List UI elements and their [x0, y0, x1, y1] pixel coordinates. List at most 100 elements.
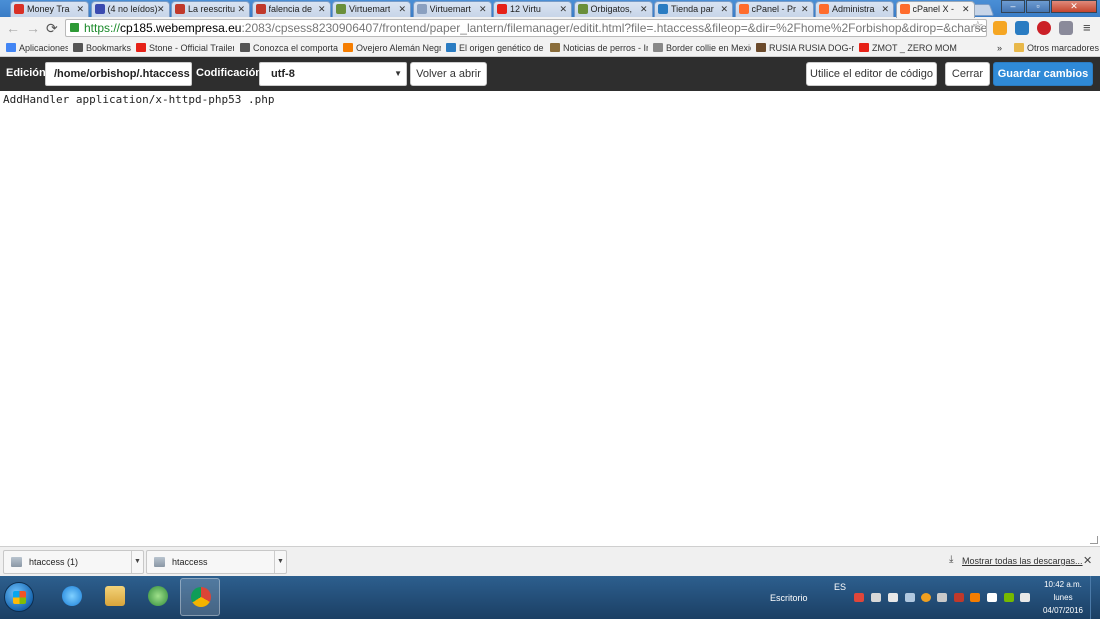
browser-tab[interactable]: Money Tra ✕: [10, 1, 89, 17]
address-bar[interactable]: https://cp185.webempresa.eu:2083/cpsess8…: [65, 19, 987, 37]
youtube-icon: [859, 43, 869, 52]
pinterest-icon[interactable]: [1037, 21, 1051, 35]
close-tab-icon[interactable]: ✕: [398, 2, 406, 16]
internet-explorer-icon[interactable]: [52, 578, 92, 616]
browser-tab[interactable]: falencia de ✕: [251, 1, 331, 17]
close-tab-icon[interactable]: ✕: [801, 2, 809, 16]
bookmark-item[interactable]: Noticias de perros - In: [550, 42, 648, 54]
tray-icon[interactable]: [854, 593, 864, 602]
nvidia-icon[interactable]: [1004, 593, 1014, 602]
browser-tab[interactable]: La reescritu ✕: [171, 1, 250, 17]
browser-tab[interactable]: 12 Virtu ✕: [493, 1, 572, 17]
encoding-select[interactable]: utf-8 ▼: [259, 62, 407, 86]
minimize-button[interactable]: –: [1001, 0, 1025, 13]
close-tab-icon[interactable]: ✕: [157, 2, 165, 16]
tray-icon[interactable]: [987, 593, 997, 602]
tab-label: Money Tra: [27, 4, 70, 14]
browser-tab[interactable]: Orbigatos, ✕: [573, 1, 653, 17]
url-path: :2083/cpsess8230906407/frontend/paper_la…: [241, 21, 987, 35]
antivirus-icon[interactable]: [954, 593, 964, 602]
chevron-down-icon[interactable]: ▼: [131, 551, 143, 573]
developer-extension-icon[interactable]: [1059, 21, 1073, 35]
tab-label: La reescritu: [188, 4, 236, 14]
bookmarks-bar: Aplicaciones Bookmarks Stone - Official Tr…: [0, 39, 1100, 57]
close-tab-icon[interactable]: ✕: [559, 2, 567, 16]
close-tab-icon[interactable]: ✕: [720, 2, 728, 16]
bookmark-item[interactable]: RUSIA RUSIA DOG-ra: [756, 42, 854, 54]
bookmark-label: Ovejero Alemán Negr: [356, 43, 441, 53]
other-bookmarks[interactable]: Otros marcadores: [1014, 42, 1099, 54]
chrome-icon[interactable]: [180, 578, 220, 616]
system-clock[interactable]: 10:42 a.m. lunes 04/07/2016: [1040, 578, 1086, 617]
show-desktop-button[interactable]: [1090, 576, 1100, 619]
bookmarks-overflow[interactable]: »: [997, 42, 1002, 54]
resize-handle[interactable]: [1090, 536, 1098, 544]
bookmark-item[interactable]: Bookmarks: [73, 42, 131, 54]
power-icon[interactable]: [1020, 593, 1030, 602]
close-tab-icon[interactable]: ✕: [881, 2, 889, 16]
bookmark-item[interactable]: El origen genético de: [446, 42, 544, 54]
forward-arrow-icon[interactable]: →: [26, 20, 40, 36]
extension-icon[interactable]: [1015, 21, 1029, 35]
close-tab-icon[interactable]: ✕: [237, 2, 245, 16]
bookmark-item[interactable]: Ovejero Alemán Negr: [343, 42, 441, 54]
close-button[interactable]: Cerrar: [945, 62, 990, 86]
language-indicator[interactable]: ES: [834, 582, 846, 592]
tab-label: Administra: [832, 4, 875, 14]
browser-tab[interactable]: (4 no leídos) ✕: [90, 1, 170, 17]
reload-icon[interactable]: ⟳: [46, 20, 58, 36]
desktop-toolbar-label[interactable]: Escritorio: [770, 593, 808, 603]
download-item[interactable]: htaccess ▼: [146, 550, 287, 574]
code-editor-button[interactable]: Utilice el editor de código: [806, 62, 937, 86]
file-path-field: /home/orbishop/.htaccess: [45, 62, 192, 86]
reopen-button[interactable]: Volver a abrir: [410, 62, 487, 86]
browser-tab[interactable]: Virtuemart ✕: [412, 1, 492, 17]
chrome-tray-icon[interactable]: [921, 593, 931, 602]
browser-tab[interactable]: Virtuemart ✕: [332, 1, 411, 17]
flag-icon[interactable]: [888, 593, 898, 602]
url-protocol: https://: [84, 21, 121, 35]
close-tab-icon[interactable]: ✕: [640, 2, 648, 16]
back-arrow-icon[interactable]: ←: [6, 20, 20, 36]
file-explorer-icon[interactable]: [95, 578, 135, 616]
close-shelf-icon[interactable]: ✕: [1083, 554, 1092, 567]
bookmark-item[interactable]: ZMOT _ ZERO MOME: [859, 42, 957, 54]
extension-icon[interactable]: [993, 21, 1007, 35]
tab-label: cPanel X -: [912, 4, 955, 14]
bookmark-item[interactable]: Border collie en Mexic: [653, 42, 751, 54]
bookmark-item[interactable]: Stone - Official Trailer: [136, 42, 234, 54]
chevron-down-icon[interactable]: ▼: [274, 551, 286, 573]
close-tab-icon[interactable]: ✕: [962, 2, 970, 16]
tray-icon[interactable]: [970, 593, 980, 602]
show-all-downloads-link[interactable]: Mostrar todas las descargas...: [962, 556, 1083, 566]
maximize-button[interactable]: ▫: [1026, 0, 1050, 13]
bookmark-star-icon[interactable]: ☆: [972, 18, 984, 34]
volume-icon[interactable]: [871, 593, 881, 602]
close-tab-icon[interactable]: ✕: [479, 2, 487, 16]
download-name: htaccess (1): [29, 557, 79, 567]
start-button[interactable]: [4, 582, 34, 612]
clock-time: 10:42 a.m.: [1044, 580, 1082, 589]
folder-icon: [1014, 43, 1024, 52]
bookmark-item[interactable]: Aplicaciones: [6, 42, 68, 54]
network-app-icon[interactable]: [138, 578, 178, 616]
download-item[interactable]: htaccess (1) ▼: [3, 550, 144, 574]
close-window-button[interactable]: ✕: [1051, 0, 1097, 13]
network-icon[interactable]: [905, 593, 915, 602]
tray-icon[interactable]: [937, 593, 947, 602]
dog-icon: [240, 43, 250, 52]
browser-tab[interactable]: cPanel X - ✕: [895, 1, 975, 18]
browser-tab[interactable]: Administra ✕: [815, 1, 894, 17]
menu-icon[interactable]: ≡: [1083, 20, 1091, 35]
close-tab-icon[interactable]: ✕: [318, 2, 326, 16]
bookmark-label: Noticias de perros - In: [563, 43, 648, 53]
bookmark-label: RUSIA RUSIA DOG-ra: [769, 43, 854, 53]
browser-tab[interactable]: Tienda par ✕: [654, 1, 733, 17]
browser-tab[interactable]: cPanel - Pr ✕: [734, 1, 814, 17]
other-bookmarks-label: Otros marcadores: [1027, 43, 1100, 53]
bookmark-item[interactable]: Conozca el comporta: [240, 42, 338, 54]
save-changes-button[interactable]: Guardar cambios: [993, 62, 1093, 86]
download-icon: ⤓: [949, 554, 954, 565]
code-textarea[interactable]: AddHandler application/x-httpd-php53 .ph…: [0, 91, 1100, 546]
close-tab-icon[interactable]: ✕: [76, 2, 84, 16]
